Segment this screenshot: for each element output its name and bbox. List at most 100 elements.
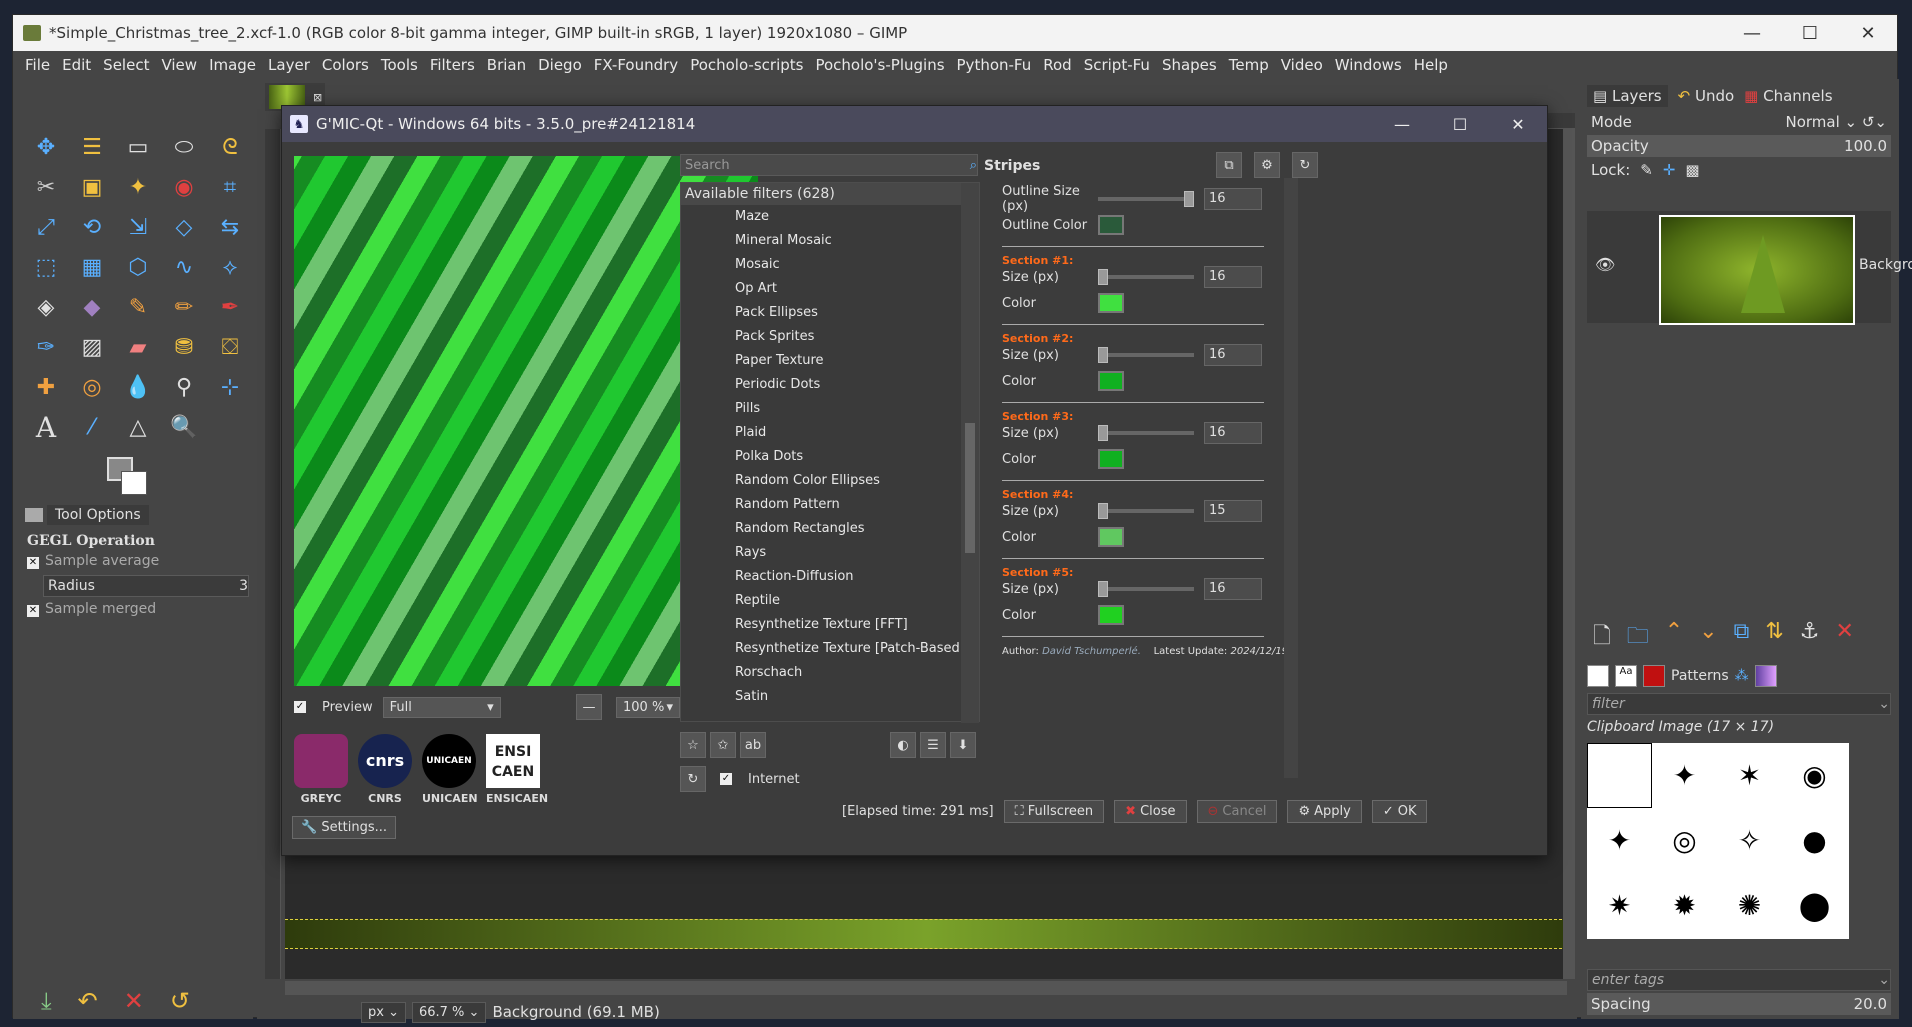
tool-options-label[interactable]: Tool Options — [47, 505, 149, 525]
save-options-icon[interactable]: ⤓ — [41, 987, 52, 1015]
menu-windows[interactable]: Windows — [1329, 56, 1408, 74]
fullscreen-button[interactable]: ⛶ Fullscreen — [1003, 800, 1105, 823]
copy-command-icon[interactable]: ⧉ — [1216, 152, 1242, 178]
fonts-tab[interactable]: Aa — [1615, 665, 1637, 687]
section-4-color-swatch[interactable] — [1098, 527, 1124, 547]
zoom-select[interactable]: 66.7 % ⌄ — [411, 1001, 487, 1023]
section-1-color-swatch[interactable] — [1098, 293, 1124, 313]
filter-item[interactable]: Mineral Mosaic — [735, 229, 979, 253]
slider-knob[interactable] — [1098, 347, 1108, 363]
settings-button[interactable]: 🔧 Settings... — [292, 816, 397, 839]
move-tool-icon[interactable]: ✥ — [27, 129, 65, 165]
internet-checkbox[interactable]: ✓ — [720, 773, 732, 785]
menu-colors[interactable]: Colors — [316, 56, 375, 74]
pattern-item[interactable]: ✷ — [1587, 873, 1652, 938]
zoom-select[interactable]: 100 % ▾ — [616, 696, 680, 718]
mypaint-brush-icon[interactable]: ▨ — [73, 329, 111, 365]
pattern-item[interactable]: ✹ — [1652, 873, 1717, 938]
pattern-filter-field[interactable]: filter ⌄ — [1587, 693, 1891, 715]
mode-select[interactable]: Normal ⌄ ↺⌄ — [1785, 113, 1887, 131]
new-layer-group-icon[interactable]: 🗀 — [1627, 619, 1649, 657]
filter-item[interactable]: Pack Ellipses — [735, 301, 979, 325]
filter-item[interactable]: Random Rectangles — [735, 517, 979, 541]
randomize-icon[interactable]: ⚙ — [1254, 152, 1280, 178]
maximize-button[interactable]: ☐ — [1781, 15, 1839, 51]
preview-checkbox[interactable]: ✓ — [294, 701, 306, 713]
filter-item[interactable]: Polka Dots — [735, 445, 979, 469]
image-visible-strip[interactable] — [285, 919, 1567, 949]
bucket-fill-icon[interactable]: ◈ — [27, 289, 65, 325]
tags-dropdown-icon[interactable]: ⌄ — [1878, 972, 1890, 988]
menu-fx-foundry[interactable]: FX-Foundry — [588, 56, 684, 74]
image-tab-close-icon[interactable]: ⊠ — [313, 91, 322, 104]
pattern-clipboard[interactable] — [1587, 743, 1652, 808]
filter-search-input[interactable]: Search ⌕ — [680, 154, 978, 176]
scale-icon[interactable]: ⇲ — [119, 209, 157, 245]
pattern-filter-input[interactable]: filter — [1592, 696, 1625, 712]
text-tool-icon[interactable]: A — [27, 409, 65, 445]
rotate-icon[interactable]: ⟲ — [73, 209, 111, 245]
menu-view[interactable]: View — [155, 56, 203, 74]
pattern-item[interactable]: ● — [1782, 808, 1847, 873]
blur-sharpen-icon[interactable]: ◎ — [73, 369, 111, 405]
slider-knob[interactable] — [1098, 581, 1108, 597]
layer-row[interactable]: 👁 Backgro — [1587, 211, 1912, 325]
section-4-size-spin[interactable]: 15 — [1204, 500, 1262, 522]
visibility-eye-icon[interactable]: 👁 — [1595, 255, 1615, 274]
gmic-close-button[interactable]: ✕ — [1489, 115, 1547, 134]
sample-merged-row[interactable]: ✕ Sample merged — [27, 601, 156, 617]
close-dialog-button[interactable]: ✖ Close — [1114, 800, 1187, 823]
menu-rod[interactable]: Rod — [1037, 56, 1077, 74]
outline-size-spin[interactable]: 16 — [1204, 188, 1262, 210]
remove-fave-icon[interactable]: ✩ — [710, 732, 736, 758]
patterns-tab-icon[interactable] — [1643, 665, 1665, 687]
menu-edit[interactable]: Edit — [56, 56, 97, 74]
opacity-value[interactable]: 100.0 — [1844, 137, 1887, 155]
background-color[interactable] — [121, 471, 147, 495]
preview-mode-select[interactable]: Full ▾ — [382, 696, 501, 718]
add-fave-icon[interactable]: ☆ — [680, 732, 706, 758]
update-filters-icon[interactable]: ↻ — [680, 766, 706, 792]
visibility-icon[interactable]: ◐ — [890, 732, 916, 758]
radius-value[interactable]: 3 — [239, 578, 248, 594]
measure-icon[interactable]: △ — [119, 409, 157, 445]
section-2-color-swatch[interactable] — [1098, 371, 1124, 391]
reset-options-icon[interactable]: ↺ — [170, 987, 190, 1015]
filter-item[interactable]: Resynthetize Texture [FFT] — [735, 613, 979, 637]
section-5-size-slider[interactable] — [1098, 581, 1194, 597]
menu-pocholos-plugins[interactable]: Pocholo's-Plugins — [809, 56, 950, 74]
cancel-button[interactable]: ⊖ Cancel — [1196, 800, 1278, 823]
airbrush-icon[interactable]: ✒ — [211, 289, 249, 325]
heal-icon[interactable]: ⛋ — [211, 329, 249, 365]
menu-select[interactable]: Select — [97, 56, 155, 74]
rect-select-icon[interactable]: ▭ — [119, 129, 157, 165]
spacing-slider[interactable]: Spacing 20.0 — [1587, 993, 1891, 1015]
minimize-button[interactable]: — — [1723, 15, 1781, 51]
smudge-icon[interactable]: 💧 — [119, 369, 157, 405]
delete-layer-icon[interactable]: ✕ — [1835, 619, 1853, 657]
vertical-scrollbar[interactable] — [1563, 129, 1575, 979]
filter-item[interactable]: Satin — [735, 685, 979, 709]
gmic-minimize-button[interactable]: — — [1373, 115, 1431, 134]
tool-options-tab[interactable]: Tool Options — [25, 503, 245, 527]
filter-item[interactable]: Periodic Dots — [735, 373, 979, 397]
ink-icon[interactable]: ✑ — [27, 329, 65, 365]
menu-python-fu[interactable]: Python-Fu — [951, 56, 1038, 74]
section-3-size-slider[interactable] — [1098, 425, 1194, 441]
sample-average-checkbox[interactable]: ✕ — [27, 557, 39, 569]
menu-video[interactable]: Video — [1275, 56, 1329, 74]
menu-pocholo-scripts[interactable]: Pocholo-scripts — [684, 56, 809, 74]
filter-list-scrollbar[interactable] — [961, 183, 979, 723]
slider-knob[interactable] — [1184, 191, 1194, 207]
filter-list[interactable]: Available filters (628) Maze Mineral Mos… — [680, 182, 980, 723]
unified-transform-icon[interactable]: ⤢ — [27, 209, 65, 245]
mode-row[interactable]: Mode Normal ⌄ ↺⌄ — [1587, 111, 1891, 133]
menu-script-fu[interactable]: Script-Fu — [1078, 56, 1156, 74]
anchor-layer-icon[interactable]: ⚓ — [1800, 619, 1820, 657]
filter-item[interactable]: Mosaic — [735, 253, 979, 277]
unit-select[interactable]: px ⌄ — [361, 1001, 406, 1023]
slider-knob[interactable] — [1098, 503, 1108, 519]
menu-diego[interactable]: Diego — [532, 56, 588, 74]
layer-thumbnail[interactable] — [1659, 215, 1855, 325]
menu-brian[interactable]: Brian — [481, 56, 532, 74]
